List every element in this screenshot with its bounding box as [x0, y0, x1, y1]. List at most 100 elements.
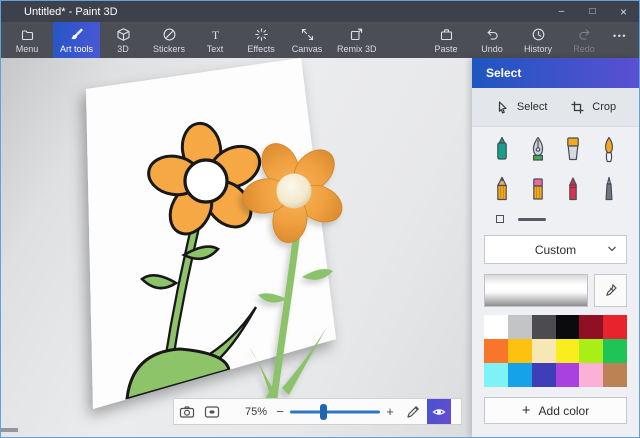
toolbar-item-paste[interactable]: Paste	[423, 22, 469, 58]
close-icon: ×	[620, 6, 627, 18]
maximize-button[interactable]: □	[577, 1, 608, 22]
watercolor-brush-icon	[598, 136, 620, 166]
view-3d-button[interactable]	[427, 399, 451, 424]
fullscreen-button[interactable]	[199, 399, 224, 424]
spray-can-icon	[598, 176, 620, 206]
color-swatch[interactable]	[484, 363, 508, 387]
oil-brush-icon	[562, 136, 584, 166]
toolbar-item-effects[interactable]: Effects	[238, 22, 284, 58]
color-swatch[interactable]	[603, 315, 627, 339]
plus-icon: +	[522, 403, 531, 418]
brush-icon	[69, 27, 84, 42]
sparkle-icon	[254, 27, 269, 42]
clock-icon	[531, 27, 546, 42]
color-swatch[interactable]	[532, 315, 556, 339]
undo-icon	[485, 27, 500, 42]
text-icon: T	[208, 27, 223, 42]
color-swatch[interactable]	[484, 339, 508, 363]
zoom-out-button[interactable]: −	[272, 404, 288, 419]
toolbar-item-undo[interactable]: Undo	[469, 22, 515, 58]
brush-pencil[interactable]	[484, 176, 520, 210]
color-swatch[interactable]	[603, 363, 627, 387]
zoom-level: 75%	[242, 406, 270, 418]
select-tool-button[interactable]: Select	[495, 100, 548, 115]
brush-calligraphy-pen[interactable]	[520, 136, 556, 170]
add-color-button[interactable]: + Add color	[484, 397, 627, 424]
eraser-icon	[527, 176, 549, 206]
color-swatch[interactable]	[579, 315, 603, 339]
toolbar-item-canvas[interactable]: Canvas	[284, 22, 330, 58]
color-swatch[interactable]	[556, 339, 580, 363]
window-title: Untitled* - Paint 3D	[1, 6, 118, 18]
toolbar-item-menu[interactable]: Menu	[1, 22, 53, 58]
view-controls-bar: 75% − +	[173, 398, 462, 425]
pixel-pen-icon[interactable]	[496, 215, 504, 223]
minimize-button[interactable]: –	[546, 1, 577, 22]
zoom-slider[interactable]	[290, 399, 380, 424]
redo-icon	[577, 27, 592, 42]
brush-watercolor[interactable]	[591, 136, 627, 170]
window-controls: – □ ×	[546, 1, 639, 22]
color-swatch[interactable]	[508, 315, 532, 339]
color-swatch[interactable]	[484, 315, 508, 339]
crop-icon	[570, 100, 585, 115]
brush-marker[interactable]	[484, 136, 520, 170]
toolbar-item-remix-3d[interactable]: Remix 3D	[330, 22, 384, 58]
fit-screen-icon	[204, 404, 220, 420]
brush-eraser[interactable]	[520, 176, 556, 210]
zoom-slider-track[interactable]	[290, 410, 380, 413]
eye-icon	[432, 405, 446, 419]
color-swatch[interactable]	[532, 363, 556, 387]
line-tool-icon[interactable]	[518, 218, 546, 221]
edit-mode-button[interactable]	[400, 399, 425, 424]
toolbar-item-stickers[interactable]: Stickers	[146, 22, 192, 58]
toolbar-item-text[interactable]: T Text	[192, 22, 238, 58]
color-swatch[interactable]	[603, 339, 627, 363]
color-swatch[interactable]	[508, 363, 532, 387]
tool-panel: Select Select Crop	[472, 58, 639, 437]
ellipsis-icon: •••	[613, 31, 627, 41]
screenshot-button[interactable]	[174, 399, 199, 424]
zoom-in-button[interactable]: +	[382, 404, 398, 419]
color-palette	[484, 315, 627, 387]
color-swatch[interactable]	[508, 339, 532, 363]
main-toolbar: Menu Art tools 3D Stickers	[1, 22, 639, 58]
eyedropper-icon	[603, 283, 618, 298]
shade-gradient-bar[interactable]	[484, 274, 588, 307]
toolbar-item-redo[interactable]: Redo	[561, 22, 607, 58]
calligraphy-pen-icon	[527, 136, 549, 166]
crop-tool-button[interactable]: Crop	[570, 100, 616, 115]
close-button[interactable]: ×	[608, 1, 639, 22]
color-swatch[interactable]	[579, 339, 603, 363]
horizontal-scrollbar-fragment[interactable]	[1, 428, 18, 432]
camera-icon	[179, 404, 195, 420]
pencil-icon	[405, 404, 421, 420]
canvas-icon	[300, 27, 315, 42]
color-swatch[interactable]	[556, 315, 580, 339]
paint3d-window: Untitled* - Paint 3D – □ × Menu Art tool…	[0, 0, 640, 438]
eyedropper-button[interactable]	[594, 274, 627, 307]
svg-text:T: T	[211, 27, 219, 41]
add-color-label: Add color	[539, 404, 590, 418]
toolbar-item-history[interactable]: History	[515, 22, 561, 58]
pencil-tool-icon	[491, 176, 513, 206]
color-swatch[interactable]	[532, 339, 556, 363]
canvas-workspace[interactable]: 75% − +	[1, 58, 472, 437]
dropdown-value: Custom	[535, 243, 576, 257]
chevron-down-icon	[607, 245, 617, 253]
zoom-slider-thumb[interactable]	[320, 404, 327, 420]
brush-crayon[interactable]	[556, 176, 592, 210]
toolbar-item-art-tools[interactable]: Art tools	[53, 22, 100, 58]
color-swatch[interactable]	[556, 363, 580, 387]
more-options-button[interactable]: •••	[607, 31, 639, 49]
brush-oil[interactable]	[556, 136, 592, 170]
brush-style-dropdown[interactable]: Custom	[484, 235, 627, 264]
toolbar-item-3d[interactable]: 3D	[100, 22, 146, 58]
cursor-icon	[495, 100, 510, 115]
brush-grid	[472, 127, 639, 210]
minimize-icon: –	[559, 7, 565, 17]
clipboard-icon	[439, 27, 454, 42]
color-swatch[interactable]	[579, 363, 603, 387]
extra-tools-row	[472, 210, 639, 225]
brush-spray-can[interactable]	[591, 176, 627, 210]
